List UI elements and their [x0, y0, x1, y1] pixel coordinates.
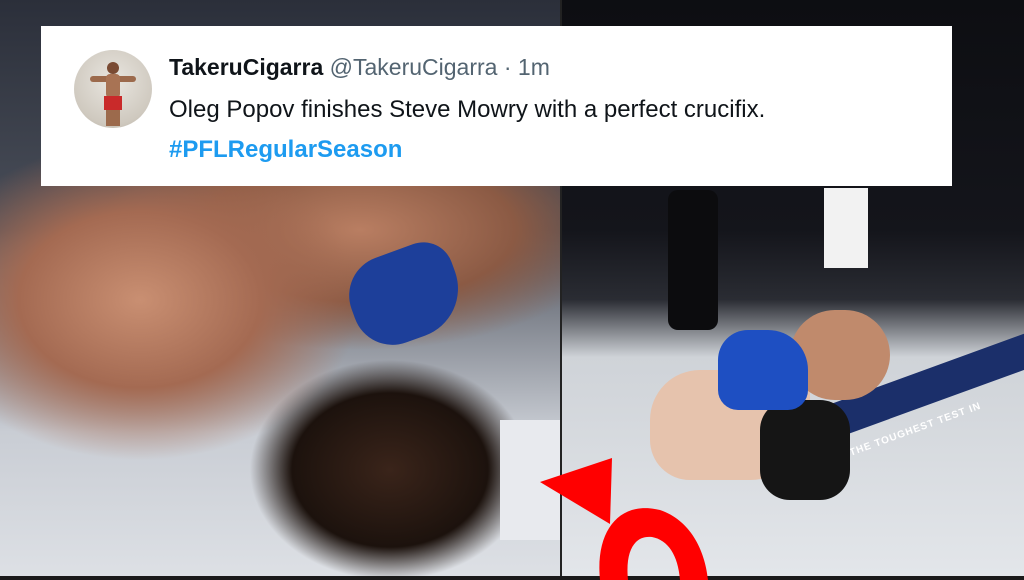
- tweet-text: Oleg Popov finishes Steve Mowry with a p…: [169, 96, 766, 123]
- blue-glove: [337, 233, 473, 357]
- tweet-header: TakeruCigarra @TakeruCigarra · 1m: [169, 54, 550, 81]
- tweet-card[interactable]: TakeruCigarra @TakeruCigarra · 1m Oleg P…: [41, 26, 952, 186]
- avatar-figure-legs: [106, 110, 120, 126]
- separator-dot: ·: [503, 54, 512, 80]
- tweet-timestamp[interactable]: 1m: [518, 54, 550, 80]
- avatar-figure-torso: [106, 74, 120, 98]
- hashtag-link[interactable]: #PFLRegularSeason: [169, 136, 402, 164]
- avatar[interactable]: [74, 50, 152, 128]
- fighter-blue-shorts: [718, 330, 808, 410]
- cage-post: [824, 188, 868, 268]
- user-handle[interactable]: @TakeruCigarra: [330, 54, 498, 80]
- avatar-figure-shorts: [104, 96, 122, 110]
- red-arrow-icon: [540, 458, 708, 580]
- referee: [668, 190, 718, 330]
- display-name[interactable]: TakeruCigarra: [169, 54, 323, 80]
- avatar-figure-head: [107, 62, 119, 74]
- fighter-dark-shorts: [760, 400, 850, 500]
